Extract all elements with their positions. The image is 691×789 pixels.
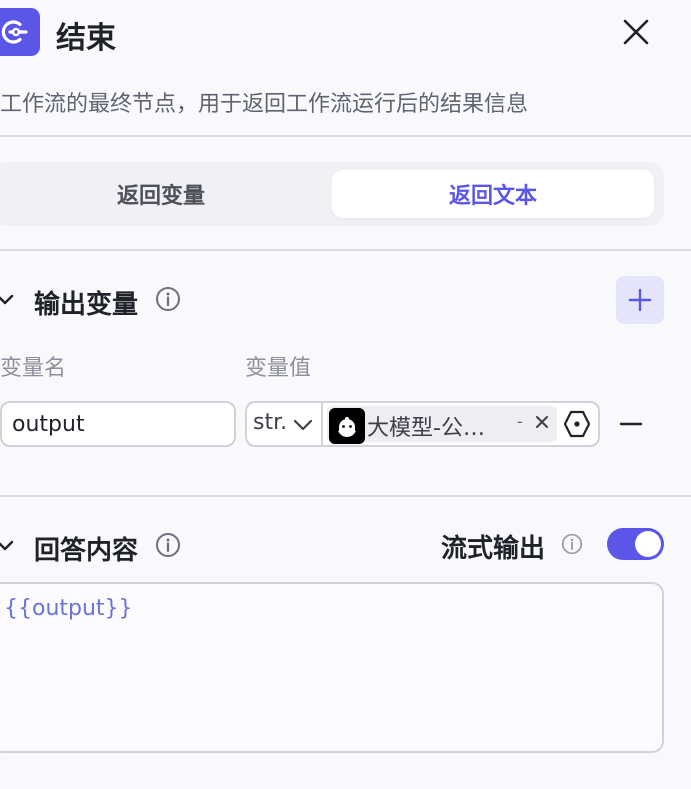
chevron-down-icon[interactable] — [0, 536, 16, 556]
add-variable-button[interactable] — [616, 276, 664, 324]
end-node-panel: 结束 工作流的最终节点，用于返回工作流运行后的结果信息 返回变量 返回文本 输出… — [0, 0, 691, 789]
stream-output-toggle[interactable] — [607, 528, 664, 560]
return-mode-tabs: 返回变量 返回文本 — [0, 162, 664, 226]
type-select-value: str. — [253, 410, 288, 435]
llm-avatar-icon — [329, 408, 365, 444]
answer-content-editor[interactable]: {{output}} — [0, 582, 664, 753]
type-select[interactable]: str. — [247, 403, 321, 445]
reference-label: 大模型-公… — [367, 416, 485, 441]
remove-reference-icon[interactable] — [531, 411, 553, 433]
tab-return-variable[interactable]: 返回变量 — [0, 170, 322, 218]
divider — [0, 135, 691, 137]
minus-icon — [619, 422, 643, 426]
divider — [0, 249, 691, 251]
variable-hexagon-icon[interactable] — [562, 409, 592, 439]
plus-icon — [628, 288, 652, 312]
end-node-icon — [0, 8, 40, 56]
info-icon[interactable] — [155, 532, 181, 558]
chevron-down-icon — [293, 419, 313, 431]
variable-name-input[interactable] — [0, 401, 236, 447]
info-icon[interactable] — [155, 286, 181, 312]
close-icon[interactable] — [618, 14, 654, 50]
divider — [0, 495, 691, 497]
remove-variable-button[interactable] — [618, 413, 644, 435]
answer-section-title: 回答内容 — [34, 536, 139, 566]
column-label-value: 变量值 — [245, 356, 312, 381]
node-description: 工作流的最终节点，用于返回工作流运行后的结果信息 — [0, 92, 529, 117]
node-title: 结束 — [56, 21, 116, 56]
stream-output-label: 流式输出 — [441, 534, 546, 564]
variable-value-field: str. 大模型-公… - — [245, 401, 600, 447]
info-icon[interactable] — [561, 533, 583, 555]
divider — [321, 403, 323, 445]
reference-chip[interactable]: 大模型-公… - — [327, 406, 557, 444]
column-label-name: 变量名 — [0, 356, 67, 381]
answer-content-text: {{output}} — [4, 596, 133, 621]
output-section-title: 输出变量 — [34, 290, 139, 320]
reference-suffix: - — [517, 412, 523, 431]
toggle-knob — [635, 531, 661, 557]
chevron-down-icon[interactable] — [0, 290, 16, 310]
tab-return-text[interactable]: 返回文本 — [332, 170, 654, 218]
